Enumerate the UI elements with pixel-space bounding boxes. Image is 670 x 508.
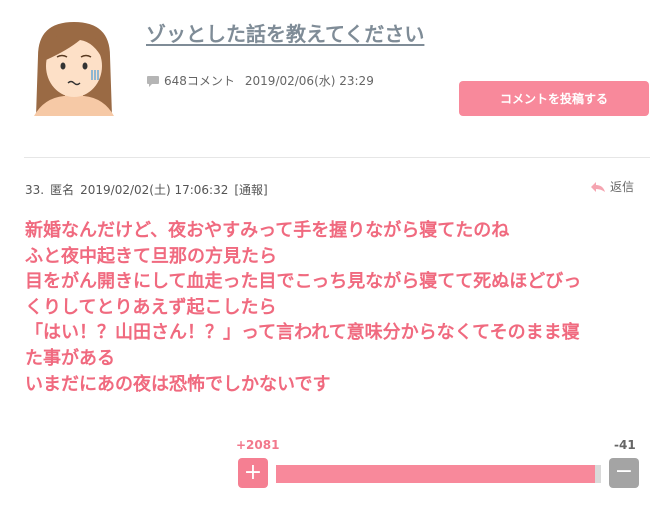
plus-vote-button[interactable]: +: [238, 458, 268, 488]
plus-vote-count: +2081: [236, 438, 280, 452]
comment-count: 648コメント: [164, 74, 235, 88]
comment-meta: 33. 匿名 2019/02/02(土) 17:06:32 [通報]: [25, 181, 274, 198]
reply-arrow-icon: [591, 181, 605, 192]
comment-line: た事がある: [25, 347, 115, 369]
comment-line: いまだにあの夜は恐怖でしかないです: [25, 373, 331, 395]
comment-number: 33.: [25, 183, 45, 197]
comment-line: 新婚なんだけど、夜おやすみって手を握りながら寝てたのね: [25, 220, 510, 241]
comment-author: 匿名: [50, 183, 75, 197]
divider: [24, 157, 650, 158]
comment-line: ふと夜中起きて旦那の方見たら: [25, 245, 277, 267]
minus-vote-button[interactable]: −: [609, 458, 639, 488]
vote-ratio-bar: [276, 465, 601, 483]
reply-button[interactable]: 返信: [590, 178, 634, 195]
topic-header: ゾッとした話を教えてください 648コメント 2019/02/06(水) 23:…: [0, 0, 670, 158]
post-comment-button[interactable]: コメントを投稿する: [459, 81, 649, 116]
comment-body: 新婚なんだけど、夜おやすみって手を握りながら寝てたのね ふと夜中起きて旦那の方見…: [25, 218, 655, 397]
comment-bubble-icon: [146, 74, 160, 88]
comment-line: 目をがん開きにして血走った目でこっち見ながら寝てて死ぬほどびっ: [25, 271, 582, 293]
reply-label: 返信: [610, 180, 635, 194]
topic-meta: 648コメント 2019/02/06(水) 23:29: [146, 72, 374, 89]
worried-woman-icon: [24, 16, 124, 116]
minus-vote-count: -41: [614, 438, 636, 452]
comment-line: 「はい！？山田さん！？」って言われて意味分からなくてそのまま寝: [25, 322, 580, 344]
comment-line: くりしてとりあえず起こしたら: [25, 296, 277, 318]
topic-title[interactable]: ゾッとした話を教えてください: [146, 18, 424, 47]
comment-datetime: 2019/02/02(土) 17:06:32: [80, 183, 229, 197]
report-link[interactable]: [通報]: [234, 183, 267, 197]
vote-ratio-fill: [276, 465, 595, 483]
topic-date: 2019/02/06(水) 23:29: [244, 74, 374, 88]
